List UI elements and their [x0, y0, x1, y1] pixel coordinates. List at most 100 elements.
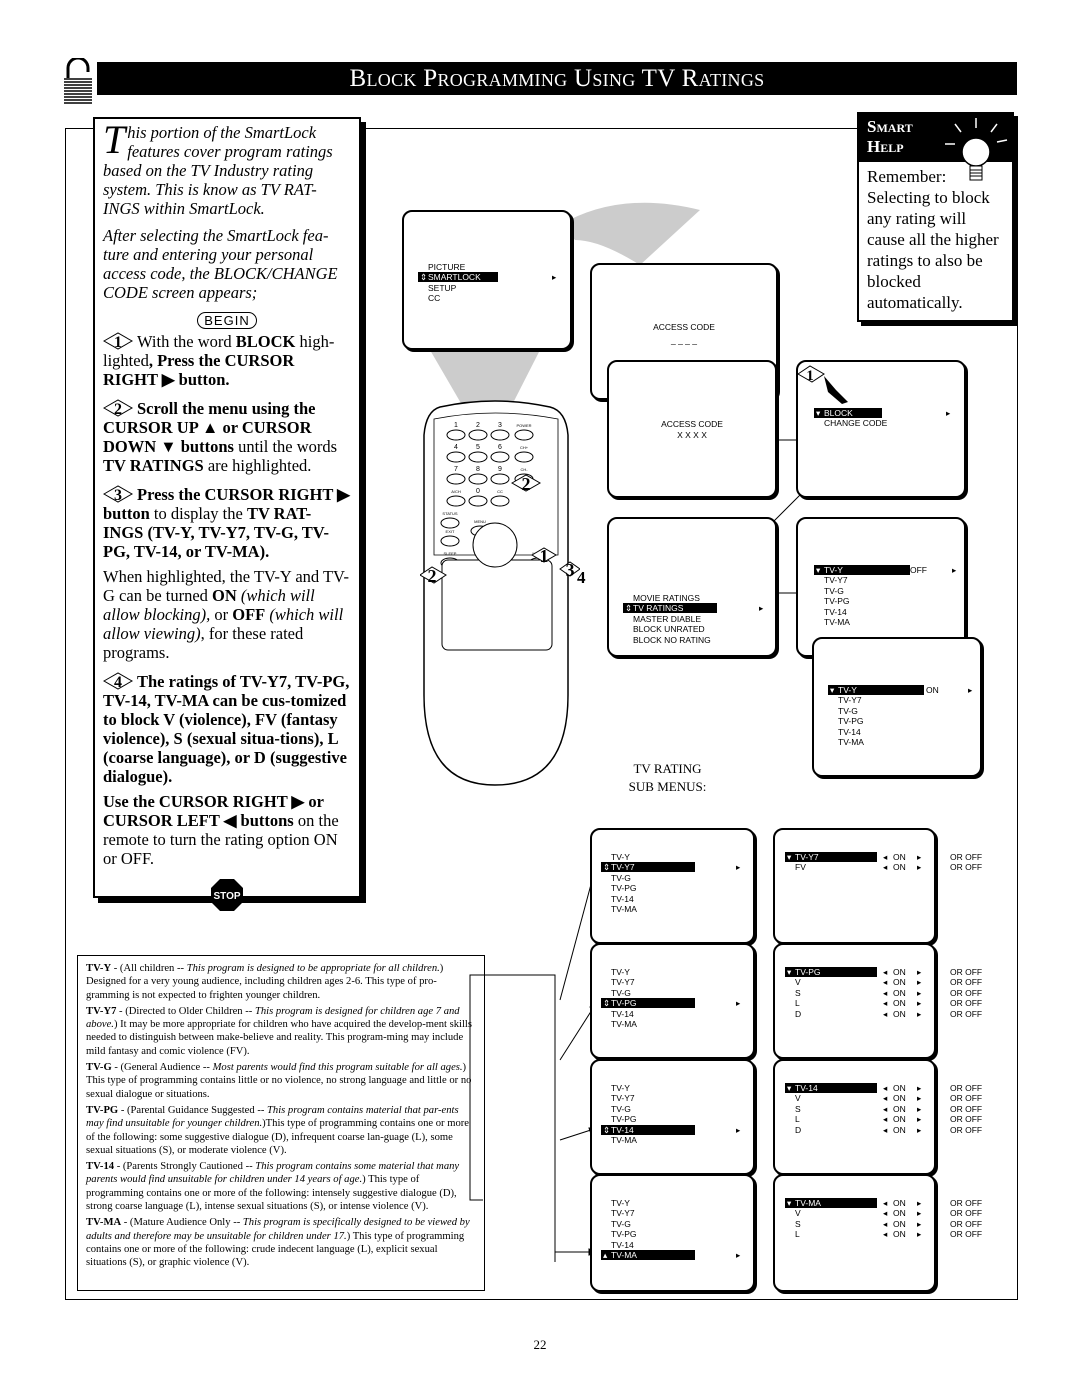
menu-item: TV-Y7: [611, 977, 635, 988]
menu-item: TV-MA: [838, 737, 864, 747]
option-value: ON: [893, 1103, 906, 1114]
page-number: 22: [533, 1337, 547, 1352]
selector-arrow-icon: ▾: [816, 565, 821, 575]
option-value: ON: [893, 987, 906, 998]
menu-item: TV-Y: [611, 967, 630, 977]
menu-item: TV-PG: [611, 883, 637, 894]
left-arrow-icon: ◂: [883, 852, 888, 862]
left-arrow-icon: ◂: [883, 987, 888, 998]
right-arrow-icon: ▸: [917, 1083, 922, 1093]
menu-item-selected: ▴ TV-MA: [601, 1250, 695, 1260]
remote-key-label: CH-: [520, 467, 528, 472]
sub-menu-list-screen: TV-Y ⇕ TV-Y7 ▸ TV-G TV-PG TV-14 TV-MA: [590, 828, 755, 944]
menu-item: MASTER DIABLE: [633, 613, 702, 624]
option-name: ▾ TV-14: [785, 1083, 877, 1093]
menu-item: TV-G: [611, 1218, 631, 1229]
option-name: L: [795, 1114, 800, 1125]
option-value: ON: [893, 967, 906, 977]
option-value: ON: [893, 1083, 906, 1093]
right-arrow-icon: ▸: [736, 1124, 741, 1135]
left-arrow-icon: ◂: [883, 1103, 888, 1114]
or-off-label: OR OFF: [950, 987, 983, 998]
menu-item: SETUP: [428, 282, 457, 293]
right-arrow-icon: ▸: [917, 862, 922, 873]
option-name: ▾ TV-MA: [785, 1198, 877, 1208]
or-off-label: OR OFF: [950, 1198, 983, 1208]
rating-description: TV-G - (General Audience -- Most parents…: [86, 1062, 472, 1100]
left-arrow-icon: ◂: [902, 565, 907, 575]
remote-key: [440, 535, 460, 547]
left-arrow-icon: ◂: [883, 1198, 888, 1208]
option-name: V: [795, 1093, 801, 1104]
right-arrow-icon: ▸: [952, 565, 957, 575]
left-arrow-icon: ◂: [883, 967, 888, 977]
right-arrow-icon: ▸: [917, 998, 922, 1009]
remote-key-label: STATUS: [442, 511, 458, 516]
menu-item: TV-PG: [611, 1229, 637, 1240]
rating-description: TV-MA - (Mature Audience Only -- This pr…: [86, 1217, 470, 1269]
right-arrow-icon: ▸: [946, 408, 951, 418]
remote-key-label: 0: [476, 488, 480, 495]
rating-description: TV-14 - (Parents Strongly Cautioned -- T…: [86, 1161, 460, 1213]
remote-key-label: A/CH: [451, 489, 461, 494]
selector-arrow-icon: ▴: [603, 1250, 608, 1260]
right-arrow-icon: ▸: [759, 603, 764, 614]
or-off-label: OR OFF: [950, 1218, 983, 1229]
left-arrow-icon: ◂: [883, 1124, 888, 1135]
or-off-label: OR OFF: [950, 977, 983, 988]
remote-key-label: CH+: [520, 445, 529, 450]
option-value: ON: [893, 998, 906, 1009]
remote-key: [446, 495, 466, 507]
option-value: ON: [893, 862, 906, 873]
left-arrow-icon: ◂: [883, 1218, 888, 1229]
or-off-label: OR OFF: [950, 1114, 983, 1125]
left-arrow-icon: ◂: [883, 1093, 888, 1104]
menu-item: TV-MA: [824, 617, 850, 627]
option-value: ON: [893, 977, 906, 988]
option-value: ON: [893, 1114, 906, 1125]
remote-key: [490, 473, 510, 485]
remote-key-label: CC: [497, 489, 503, 494]
sub-menu-options-screen: ▾ TV-Y7 ◂ ON ▸ FV ◂ ON ▸: [773, 828, 936, 944]
remote-key: [446, 473, 466, 485]
remote-key-label: 1: [454, 422, 458, 429]
remote-key-label: SLEEP: [444, 551, 457, 556]
menu-item-selected: ⇕ SMARTLOCK: [418, 272, 498, 283]
right-arrow-icon: ▸: [917, 987, 922, 998]
menu-item: TV-PG: [611, 1114, 637, 1125]
option-value: ON: [893, 1124, 906, 1135]
sub-menu-list-screen: TV-Y TV-Y7 TV-G TV-PG TV-14 ▴ TV-MA ▸: [590, 1174, 755, 1292]
option-name: V: [795, 977, 801, 988]
right-arrow-icon: ▸: [736, 862, 741, 873]
left-arrow-icon: ◂: [883, 998, 888, 1009]
menu-item: TV-Y7: [824, 575, 848, 586]
option-value: ON: [893, 1198, 906, 1208]
menu-item: TV-G: [838, 705, 858, 716]
menu-item: TV-Y7: [838, 695, 862, 706]
remote-key: [514, 451, 534, 463]
option-value: ON: [893, 1093, 906, 1104]
right-arrow-icon: ▸: [917, 1008, 922, 1019]
selector-arrow-icon: ⇕: [603, 1124, 611, 1135]
remote-key-label: 5: [476, 444, 480, 451]
or-off-label: OR OFF: [950, 1103, 983, 1114]
or-off-label: OR OFF: [950, 1229, 983, 1240]
right-arrow-icon: ▸: [917, 1198, 922, 1208]
or-off-label: OR OFF: [950, 862, 983, 873]
option-value: ON: [893, 1229, 906, 1240]
ratings-descriptions: TV-Y - (All children -- This program is …: [77, 955, 485, 1291]
remote-key-label: 2: [476, 422, 480, 429]
menu-item: TV-G: [824, 585, 844, 596]
remote-key: [490, 429, 510, 441]
option-name: S: [795, 1103, 801, 1114]
pointing-hand-icon: 1: [797, 365, 848, 404]
rating-description: TV-Y7 - (Directed to Older Children -- T…: [86, 1005, 472, 1057]
sub-menu-options-screen: ▾ TV-14 ◂ ON ▸ V ◂ ON ▸ S ◂ ON ▸ L ◂ ON ▸ D ◂ ON ▸: [773, 1059, 936, 1175]
remote-key: [468, 473, 488, 485]
left-arrow-icon: ◂: [883, 977, 888, 988]
left-arrow-icon: ◂: [883, 1208, 888, 1219]
remote-key: [468, 495, 488, 507]
selector-arrow-icon: ⇕: [603, 862, 611, 873]
menu-item-selected: ▾ TV-Y: [814, 565, 910, 575]
option-name: S: [795, 1218, 801, 1229]
